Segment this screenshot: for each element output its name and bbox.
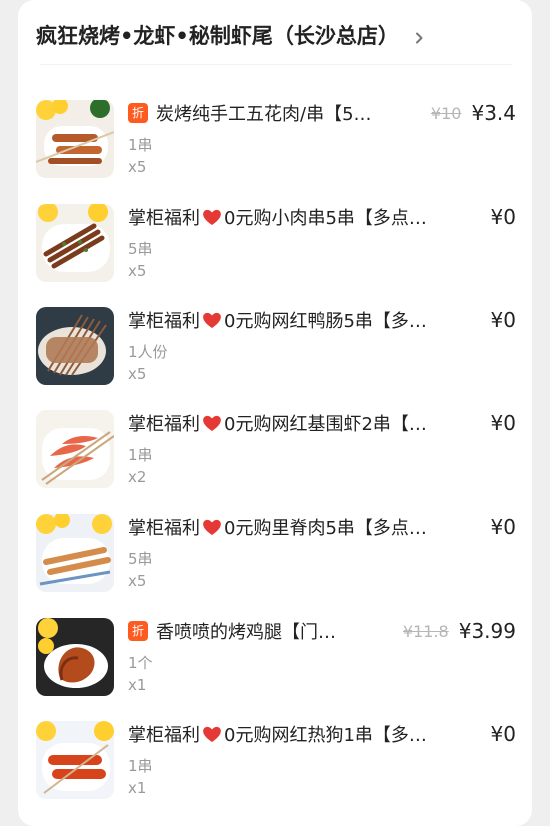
item-title-row: 掌柜福利 0元购小肉串5串【多点… ¥0 (128, 204, 516, 230)
item-title-row: 掌柜福利 0元购网红鸭肠5串【多… ¥0 (128, 307, 516, 333)
duck-intestine-skewers-image[interactable] (36, 307, 114, 385)
order-item[interactable]: 折 香喷喷的烤鸡腿【门… ¥11.8 ¥3.99 1个 x1 (36, 618, 516, 706)
chevron-right-icon[interactable] (413, 29, 425, 44)
shrimp-skewers-image[interactable] (36, 410, 114, 488)
item-quantity: x5 (128, 262, 147, 280)
heart-icon (201, 725, 223, 743)
item-name[interactable]: 香喷喷的烤鸡腿【门… (156, 618, 393, 644)
header-divider (40, 64, 512, 65)
item-quantity: x5 (128, 572, 147, 590)
item-price: ¥0 (490, 722, 516, 746)
order-item[interactable]: 折 炭烤纯手工五花肉/串【5… ¥10 ¥3.4 1串 x5 (36, 100, 516, 188)
item-spec: 1串 (128, 136, 153, 154)
store-title[interactable]: 疯狂烧烤•龙虾•秘制虾尾（长沙总店） (36, 20, 399, 50)
discount-badge: 折 (128, 621, 148, 641)
item-name[interactable]: 掌柜福利 0元购网红热狗1串【多… (128, 721, 481, 747)
item-name[interactable]: 炭烤纯手工五花肉/串【5… (156, 100, 421, 126)
heart-icon (201, 518, 223, 536)
discount-badge: 折 (128, 103, 148, 123)
item-price: ¥0 (490, 411, 516, 435)
item-title-row: 折 香喷喷的烤鸡腿【门… ¥11.8 ¥3.99 (128, 618, 516, 644)
item-quantity: x1 (128, 676, 147, 694)
item-price: ¥0 (490, 515, 516, 539)
order-card: 疯狂烧烤•龙虾•秘制虾尾（长沙总店） 折 炭烤纯手工五花肉/串【5… ¥10 ¥… (18, 0, 532, 826)
item-spec: 1个 (128, 654, 153, 672)
order-item[interactable]: 掌柜福利 0元购小肉串5串【多点… ¥0 5串 x5 (36, 204, 516, 292)
heart-icon (201, 414, 223, 432)
item-price: ¥0 (490, 308, 516, 332)
item-spec: 1人份 (128, 343, 168, 361)
item-title-row: 掌柜福利 0元购里脊肉5串【多点… ¥0 (128, 514, 516, 540)
item-spec: 5串 (128, 240, 153, 258)
heart-icon (201, 311, 223, 329)
item-spec: 5串 (128, 550, 153, 568)
item-name[interactable]: 掌柜福利 0元购网红鸭肠5串【多… (128, 307, 481, 333)
item-quantity: x5 (128, 158, 147, 176)
item-original-price: ¥10 (430, 103, 462, 123)
item-title-row: 掌柜福利 0元购网红热狗1串【多… ¥0 (128, 721, 516, 747)
tenderloin-skewers-image[interactable] (36, 514, 114, 592)
item-title-row: 折 炭烤纯手工五花肉/串【5… ¥10 ¥3.4 (128, 100, 516, 126)
item-quantity: x1 (128, 779, 147, 797)
hot-dog-skewer-image[interactable] (36, 721, 114, 799)
meat-skewers-image[interactable] (36, 204, 114, 282)
item-price: ¥3.99 (458, 619, 516, 643)
roast-chicken-leg-image[interactable] (36, 618, 114, 696)
pork-belly-skewers-image[interactable] (36, 100, 114, 178)
heart-icon (201, 208, 223, 226)
item-spec: 1串 (128, 757, 153, 775)
item-spec: 1串 (128, 446, 153, 464)
store-header[interactable]: 疯狂烧烤•龙虾•秘制虾尾（长沙总店） (36, 18, 516, 52)
item-original-price: ¥11.8 (402, 621, 449, 641)
order-item[interactable]: 掌柜福利 0元购网红基围虾2串【… ¥0 1串 x2 (36, 410, 516, 498)
item-title-row: 掌柜福利 0元购网红基围虾2串【… ¥0 (128, 410, 516, 436)
item-quantity: x2 (128, 468, 147, 486)
order-item[interactable]: 掌柜福利 0元购里脊肉5串【多点… ¥0 5串 x5 (36, 514, 516, 602)
item-name[interactable]: 掌柜福利 0元购网红基围虾2串【… (128, 410, 481, 436)
item-price: ¥0 (490, 205, 516, 229)
item-name[interactable]: 掌柜福利 0元购小肉串5串【多点… (128, 204, 481, 230)
item-name[interactable]: 掌柜福利 0元购里脊肉5串【多点… (128, 514, 481, 540)
order-item[interactable]: 掌柜福利 0元购网红热狗1串【多… ¥0 1串 x1 (36, 721, 516, 809)
order-item[interactable]: 掌柜福利 0元购网红鸭肠5串【多… ¥0 1人份 x5 (36, 307, 516, 395)
item-price: ¥3.4 (471, 101, 516, 125)
item-quantity: x5 (128, 365, 147, 383)
